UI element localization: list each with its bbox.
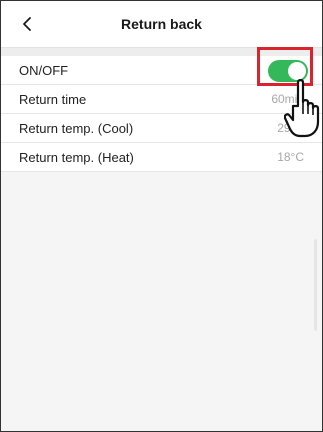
setting-row-return-temp-heat[interactable]: Return temp. (Heat) 18°C (1, 143, 322, 172)
page-title: Return back (121, 16, 202, 32)
setting-value-return-temp-heat: 18°C (277, 150, 304, 164)
header-bar: Return back (1, 1, 322, 48)
setting-row-return-temp-cool[interactable]: Return temp. (Cool) 29°C (1, 114, 322, 143)
setting-label-return-time: Return time (19, 91, 87, 107)
setting-label-return-temp-heat: Return temp. (Heat) (19, 149, 134, 165)
hand-pointer-icon (284, 79, 320, 138)
scrollbar[interactable] (314, 239, 317, 331)
setting-label-onoff: ON/OFF (19, 62, 69, 78)
app-screen: Return back ON/OFF Return time 60min Ret… (0, 0, 323, 432)
setting-row-return-time[interactable]: Return time 60min (1, 85, 322, 114)
setting-label-return-temp-cool: Return temp. (Cool) (19, 120, 134, 136)
